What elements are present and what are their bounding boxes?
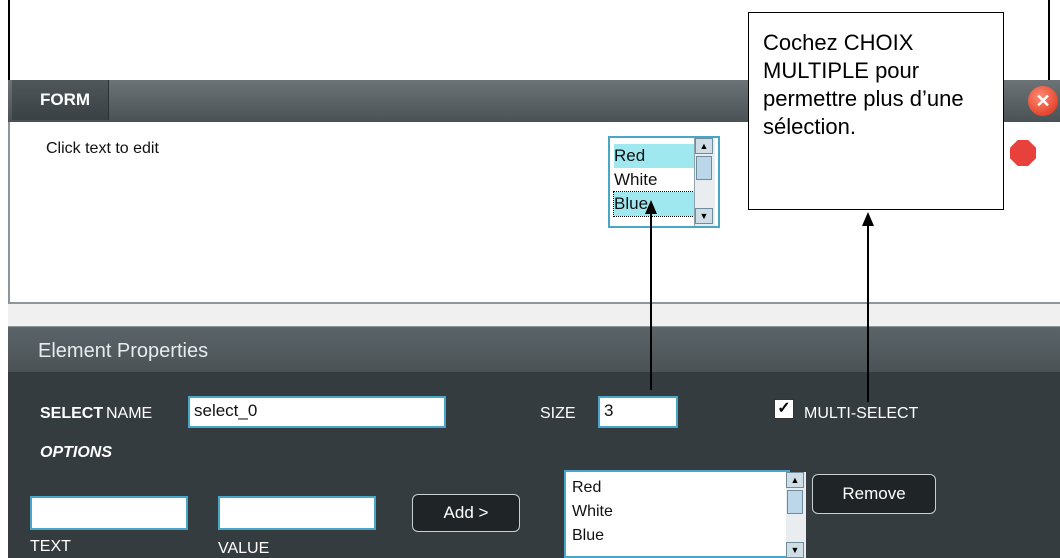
preview-option[interactable]: Blue [613,191,699,217]
checkbox-checked-icon[interactable]: ✓ [774,399,794,419]
select-label: SELECT [40,405,104,422]
scroll-up-icon[interactable]: ▲ [695,138,713,154]
properties-title: Element Properties [38,340,209,362]
size-label: SIZE [540,405,576,422]
stop-icon[interactable] [1010,140,1036,166]
remove-option-button[interactable]: Remove [812,474,936,514]
option-value-input[interactable] [218,496,376,530]
form-tab-label: FORM [40,90,91,109]
click-to-edit-text[interactable]: Click text to edit [46,140,159,158]
add-option-button[interactable]: Add > [412,494,520,532]
preview-option[interactable]: Red [614,144,698,168]
divider-strip [8,304,1060,326]
properties-panel [8,372,1060,558]
multi-select-label[interactable]: MULTI-SELECT [804,405,918,423]
close-icon[interactable]: ✕ [1028,86,1058,116]
size-input[interactable]: 3 [598,396,678,428]
text-label: TEXT [30,538,71,555]
scroll-down-icon[interactable]: ▼ [695,208,713,224]
options-list-item[interactable]: White [572,500,613,524]
option-text-input[interactable] [30,496,188,530]
outer-border-right [1048,0,1050,80]
options-list[interactable]: Red White Blue [564,470,790,558]
options-list-item[interactable]: Blue [572,524,604,548]
scroll-down-icon[interactable]: ▼ [786,542,804,558]
options-list-scrollbar[interactable]: ▲ ▼ [786,472,806,558]
value-label: VALUE [218,540,270,557]
scroll-thumb[interactable] [696,156,712,180]
name-label: NAME [106,405,153,422]
scroll-thumb[interactable] [787,490,803,514]
form-tab[interactable]: FORM [12,80,109,120]
preview-scrollbar[interactable]: ▲ ▼ [694,138,715,226]
instruction-callout: Cochez CHOIX MULTIPLE pour permettre plu… [748,12,1004,210]
screenshot-frame: FORM ✕ Click text to edit Red White Blue… [0,0,1060,558]
options-list-item[interactable]: Red [572,476,601,500]
preview-option[interactable]: White [614,168,698,192]
scroll-up-icon[interactable]: ▲ [786,472,804,488]
name-input[interactable]: select_0 [188,396,446,428]
options-label: OPTIONS [40,444,113,461]
outer-border-left [8,0,10,80]
